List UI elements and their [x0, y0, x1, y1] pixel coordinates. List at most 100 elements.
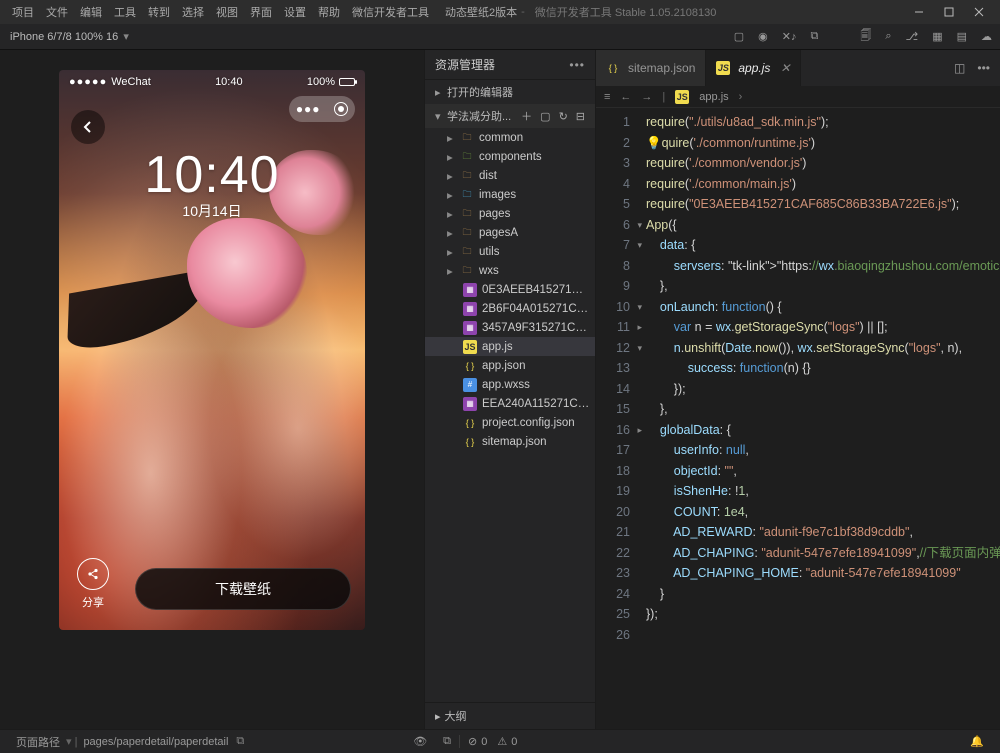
- capsule-more-icon[interactable]: ●●●: [296, 102, 321, 116]
- file-app.wxss[interactable]: #app.wxss: [425, 375, 595, 394]
- window-maximize[interactable]: [934, 0, 964, 24]
- file-0E3AEEB415271CAF68...[interactable]: ▦0E3AEEB415271CAF68...: [425, 280, 595, 299]
- popout-toggle[interactable]: ⧉: [435, 735, 459, 748]
- page-path[interactable]: 页面路径 ▾ | pages/paperdetail/paperdetail ⧉: [8, 734, 252, 750]
- js-icon: JS: [675, 90, 689, 104]
- visibility-toggle[interactable]: 👁: [405, 735, 435, 748]
- search-icon[interactable]: ⌕: [885, 30, 891, 43]
- explorer-panel: 资源管理器 ••• ▸ 打开的编辑器 ▾ 学法减分助... ＋ ▢ ↻ ⊟ ▸🗀…: [424, 50, 596, 729]
- js-icon: JS: [716, 61, 730, 75]
- file-app.json[interactable]: { }app.json: [425, 356, 595, 375]
- debug-icon[interactable]: ▤: [957, 30, 967, 43]
- new-dir-icon[interactable]: ▢: [540, 110, 550, 123]
- download-button[interactable]: 下载壁纸: [135, 568, 351, 610]
- outline-section[interactable]: ▸ 大纲: [425, 702, 595, 729]
- simulator-area: ●●●●● WeChat 10:40 100% ●●● 10:40 10月14日: [0, 50, 424, 729]
- share-label: 分享: [77, 594, 109, 610]
- status-bar: 页面路径 ▾ | pages/paperdetail/paperdetail ⧉…: [0, 729, 1000, 753]
- mute-icon[interactable]: ✕♪: [782, 30, 797, 43]
- phone-simulator[interactable]: ●●●●● WeChat 10:40 100% ●●● 10:40 10月14日: [59, 70, 365, 630]
- project-name: 动态壁纸2版本: [445, 4, 517, 20]
- error-icon: ⊘: [468, 735, 477, 748]
- collapse-icon[interactable]: ⊟: [576, 110, 585, 123]
- breadcrumb: ≡ ← → | JS app.js ›: [596, 86, 1000, 108]
- menu-help[interactable]: 帮助: [312, 4, 346, 20]
- capsule-button[interactable]: ●●●: [289, 96, 355, 122]
- file-tree: ▸🗀common▸🗀components▸🗀dist▸🗀images▸🗀page…: [425, 128, 595, 451]
- sidebar-files-icon[interactable]: 🗐: [860, 27, 871, 46]
- chevron-down-icon: ▾: [123, 31, 129, 43]
- folder-utils[interactable]: ▸🗀utils: [425, 242, 595, 261]
- line-gutter: 123456▾7▾8910▾11▸12▾13141516▸17181920212…: [596, 108, 640, 729]
- folder-pages[interactable]: ▸🗀pages: [425, 204, 595, 223]
- device-selector[interactable]: iPhone 6/7/8 100% 16 ▾: [0, 30, 139, 43]
- capsule-close-icon[interactable]: [334, 102, 348, 116]
- file-3457A9F315271CAF52...[interactable]: ▦3457A9F315271CAF52...: [425, 318, 595, 337]
- menu-goto[interactable]: 转到: [142, 4, 176, 20]
- status-time: 10:40: [215, 76, 243, 88]
- notifications[interactable]: 🔔: [962, 735, 992, 748]
- file-sitemap.json[interactable]: { }sitemap.json: [425, 432, 595, 451]
- file-2B6F04A015271CAF4D...[interactable]: ▦2B6F04A015271CAF4D...: [425, 299, 595, 318]
- folder-common[interactable]: ▸🗀common: [425, 128, 595, 147]
- nav-back-icon[interactable]: ←: [620, 91, 631, 103]
- open-editors-section[interactable]: ▸ 打开的编辑器: [425, 80, 595, 104]
- file-EEA240A115271CAF88...[interactable]: ▦EEA240A115271CAF88...: [425, 394, 595, 413]
- folder-wxs[interactable]: ▸🗀wxs: [425, 261, 595, 280]
- split-icon[interactable]: ◫: [954, 61, 965, 75]
- editor-tabs: { } sitemap.json JS app.js ✕ ◫ •••: [596, 50, 1000, 86]
- list-icon[interactable]: ≡: [604, 91, 610, 103]
- back-button[interactable]: [71, 110, 105, 144]
- file-project.config.json[interactable]: { }project.config.json: [425, 413, 595, 432]
- menu-view[interactable]: 视图: [210, 4, 244, 20]
- popout-icon: ⧉: [443, 735, 451, 748]
- cloud-icon[interactable]: ☁: [981, 30, 992, 43]
- chevron-right-icon: ▸: [435, 86, 443, 99]
- refresh-icon[interactable]: ↻: [559, 110, 568, 123]
- more-icon[interactable]: •••: [977, 61, 990, 75]
- code-lines[interactable]: require("./utils/u8ad_sdk.min.js");💡quir…: [640, 108, 1000, 729]
- editor-area: { } sitemap.json JS app.js ✕ ◫ ••• ≡ ← →…: [596, 50, 1000, 729]
- close-icon[interactable]: ✕: [780, 61, 790, 75]
- clock-time: 10:40: [59, 145, 365, 205]
- menu-edit[interactable]: 编辑: [74, 4, 108, 20]
- tab-app-js[interactable]: JS app.js ✕: [706, 50, 801, 86]
- new-file-icon[interactable]: ＋: [521, 108, 532, 124]
- code-editor[interactable]: 123456▾7▾8910▾11▸12▾13141516▸17181920212…: [596, 108, 1000, 729]
- copy-icon[interactable]: ⧉: [236, 735, 244, 748]
- battery-icon: [339, 78, 355, 86]
- popout-icon[interactable]: ⧉: [810, 30, 818, 43]
- titlebar: 项目 文件 编辑 工具 转到 选择 视图 界面 设置 帮助 微信开发者工具 动态…: [0, 0, 1000, 24]
- share-button[interactable]: 分享: [77, 558, 109, 610]
- problems[interactable]: ⊘0 ⚠0: [459, 735, 525, 748]
- folder-images[interactable]: ▸🗀images: [425, 185, 595, 204]
- signal-dots-icon: ●●●●●: [69, 76, 107, 88]
- menu-file[interactable]: 文件: [40, 4, 74, 20]
- extensions-icon[interactable]: ▦: [932, 30, 942, 43]
- menu-settings[interactable]: 设置: [278, 4, 312, 20]
- menu-select[interactable]: 选择: [176, 4, 210, 20]
- branch-icon[interactable]: ⎇: [906, 30, 919, 43]
- breadcrumb-file[interactable]: app.js: [699, 91, 728, 103]
- window-close[interactable]: [964, 0, 994, 24]
- folder-dist[interactable]: ▸🗀dist: [425, 166, 595, 185]
- more-icon[interactable]: •••: [569, 58, 585, 72]
- clock-date: 10月14日: [59, 201, 365, 221]
- warning-icon: ⚠: [497, 735, 507, 748]
- window-minimize[interactable]: [904, 0, 934, 24]
- nav-fwd-icon[interactable]: →: [641, 91, 652, 103]
- json-icon: { }: [606, 61, 620, 75]
- record-icon[interactable]: ◉: [758, 30, 768, 43]
- file-app.js[interactable]: JSapp.js: [425, 337, 595, 356]
- project-root-section[interactable]: ▾ 学法减分助... ＋ ▢ ↻ ⊟: [425, 104, 595, 128]
- folder-pagesA[interactable]: ▸🗀pagesA: [425, 223, 595, 242]
- chevron-down-icon: ▾: [435, 110, 443, 123]
- menu-devtools[interactable]: 微信开发者工具: [346, 4, 435, 20]
- carrier-label: WeChat: [111, 76, 151, 88]
- menu-project[interactable]: 项目: [6, 4, 40, 20]
- folder-components[interactable]: ▸🗀components: [425, 147, 595, 166]
- tab-sitemap-json[interactable]: { } sitemap.json: [596, 50, 706, 86]
- menu-tools[interactable]: 工具: [108, 4, 142, 20]
- menu-ui[interactable]: 界面: [244, 4, 278, 20]
- rotate-icon[interactable]: ▢: [734, 30, 744, 43]
